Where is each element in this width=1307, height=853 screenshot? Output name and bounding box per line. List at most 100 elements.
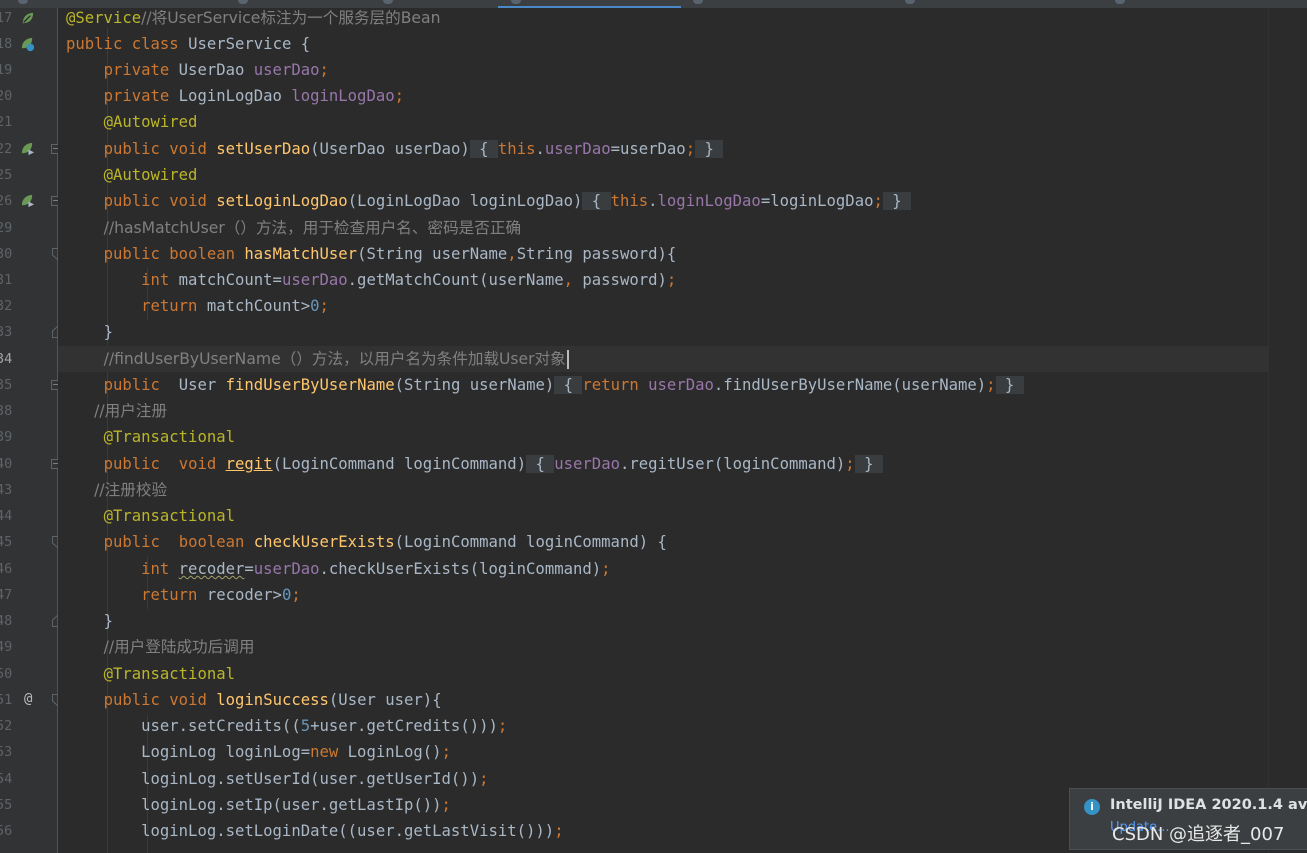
annotation: @Transactional <box>103 507 235 525</box>
parameters: String password){ <box>516 245 677 263</box>
keyword: public <box>103 245 160 263</box>
tab-icon[interactable] <box>905 0 915 4</box>
code-editor[interactable]: @Service//将UserService标注为一个服务层的Bean publ… <box>58 8 1268 853</box>
code-line[interactable]: public void setLoginLogDao(LoginLogDao l… <box>66 188 912 214</box>
line-number: 54 <box>0 771 13 787</box>
code-line[interactable]: //用户登陆成功后调用 <box>66 634 255 660</box>
tab-icon[interactable] <box>511 0 521 4</box>
keyword: return <box>141 297 198 315</box>
code-line[interactable]: LoginLog loginLog=new LoginLog(); <box>66 739 451 765</box>
gutter-row: 40 <box>0 451 61 477</box>
code-line[interactable]: loginLog.setLoginDate((user.getLastVisit… <box>66 818 563 844</box>
code-line[interactable]: user.setCredits((5+user.getCredits())); <box>66 713 507 739</box>
operator: = <box>244 560 254 578</box>
parameters: (LoginCommand loginCommand) { <box>394 533 667 551</box>
code-line[interactable]: public class UserService { <box>66 31 310 57</box>
code-line[interactable]: public void regit(LoginCommand loginComm… <box>66 451 883 477</box>
code-line[interactable]: public boolean hasMatchUser(String userN… <box>66 241 677 267</box>
tab-icon[interactable] <box>18 0 28 4</box>
line-number: 49 <box>0 639 13 655</box>
parameters: (LoginLogDao loginLogDao) <box>347 192 583 210</box>
keyword: this <box>610 192 649 210</box>
code-line[interactable]: } <box>66 608 113 634</box>
keyword: public <box>103 140 160 158</box>
semicolon: ; <box>291 586 301 604</box>
editor-scrollbar[interactable] <box>1268 8 1307 853</box>
keyword: void <box>178 455 217 473</box>
autowired-navigate-icon[interactable] <box>20 194 35 209</box>
code-line[interactable]: public boolean checkUserExists(LoginComm… <box>66 529 667 555</box>
code-line[interactable]: return recoder>0; <box>66 582 301 608</box>
gutter-row: 21 <box>0 109 57 135</box>
semicolon: ; <box>685 140 696 158</box>
code-line[interactable]: loginLog.setIp(user.getLastIp()); <box>66 792 451 818</box>
semicolon: ; <box>601 560 611 578</box>
code-line[interactable]: } <box>66 319 113 345</box>
spring-bean-class-icon[interactable] <box>20 37 35 52</box>
gutter-row: 53 <box>0 739 57 765</box>
line-number: 22 <box>0 141 13 157</box>
code-line[interactable]: int recoder=userDao.checkUserExists(logi… <box>66 556 611 582</box>
code-line[interactable]: //用户注册 <box>66 398 167 424</box>
code-line[interactable]: private UserDao userDao; <box>66 57 329 83</box>
tab-icon[interactable] <box>238 0 248 4</box>
method-call: .regitUser(loginCommand) <box>619 455 846 473</box>
gutter-row: 25 <box>0 162 57 188</box>
code-line[interactable]: public User findUserByUserName(String us… <box>66 372 1024 398</box>
line-number: 33 <box>0 324 13 340</box>
keyword: public <box>103 533 160 551</box>
parameters: (LoginCommand loginCommand) <box>272 455 527 473</box>
line-number: 30 <box>0 246 13 262</box>
code-line[interactable]: @Autowired <box>66 109 198 135</box>
editor-gutter[interactable]: 17 18 19 20 21 22 25 26 29 30 31 32 33 3… <box>0 8 63 853</box>
code-line[interactable]: loginLog.setUserId(user.getUserId()); <box>66 766 488 792</box>
method-call: .checkUserExists(loginCommand) <box>319 560 602 578</box>
info-icon: i <box>1084 799 1100 815</box>
gutter-row: 20 <box>0 83 57 109</box>
gutter-row: 49 <box>0 634 57 660</box>
keyword: int <box>141 271 170 289</box>
autowired-navigate-icon[interactable] <box>20 142 35 157</box>
spring-bean-icon[interactable] <box>20 11 35 26</box>
code-line[interactable]: @Service//将UserService标注为一个服务层的Bean <box>66 5 440 31</box>
code-line[interactable]: @Transactional <box>66 424 235 450</box>
variable: LoginLog loginLog= <box>141 743 311 761</box>
tab-icon[interactable] <box>383 0 393 4</box>
line-number: 52 <box>0 718 13 734</box>
line-number: 35 <box>0 377 13 393</box>
code-line[interactable]: //注册校验 <box>66 477 167 503</box>
line-number: 50 <box>0 666 13 682</box>
method-call: +user.getCredits())) <box>310 717 498 735</box>
code-line[interactable]: @Autowired <box>66 162 198 188</box>
parameters: (User user){ <box>328 691 442 709</box>
code-comment: //hasMatchUser（）方法，用于检查用户名、密码是否正确 <box>103 219 522 237</box>
code-line-current[interactable]: //findUserByUserName（）方法，以用户名为条件加载User对象 <box>66 346 569 372</box>
semicolon: ; <box>845 455 855 473</box>
code-line[interactable]: public void loginSuccess(User user){ <box>66 687 442 713</box>
semicolon: ; <box>441 743 451 761</box>
class-declaration: UserService { <box>188 35 311 53</box>
code-line[interactable]: int matchCount=userDao.getMatchCount(use… <box>66 267 676 293</box>
code-line[interactable]: private LoginLogDao loginLogDao; <box>66 83 404 109</box>
code-line[interactable]: return matchCount>0; <box>66 293 329 319</box>
keyword: int <box>141 560 170 578</box>
tab-icon[interactable] <box>1115 0 1125 4</box>
code-line[interactable]: public void setUserDao(UserDao userDao) … <box>66 136 724 162</box>
gutter-row: 52 <box>0 713 57 739</box>
line-number: 17 <box>0 10 13 26</box>
method-name: regit <box>225 455 273 473</box>
tab-icon[interactable] <box>693 0 703 4</box>
comma: , <box>563 271 573 289</box>
code-line[interactable]: @Transactional <box>66 503 235 529</box>
at-annotation-icon[interactable]: @ <box>24 692 39 707</box>
line-number: 48 <box>0 613 13 629</box>
gutter-row: 44 <box>0 503 57 529</box>
current-line-number: 34 <box>0 351 13 367</box>
semicolon: ; <box>319 297 329 315</box>
semicolon: ; <box>873 192 883 210</box>
line-number: 43 <box>0 482 13 498</box>
code-line[interactable]: @Transactional <box>66 661 235 687</box>
code-line[interactable]: //hasMatchUser（）方法，用于检查用户名、密码是否正确 <box>66 215 521 241</box>
gutter-row: 19 <box>0 57 57 83</box>
number-literal: 5 <box>300 717 311 735</box>
